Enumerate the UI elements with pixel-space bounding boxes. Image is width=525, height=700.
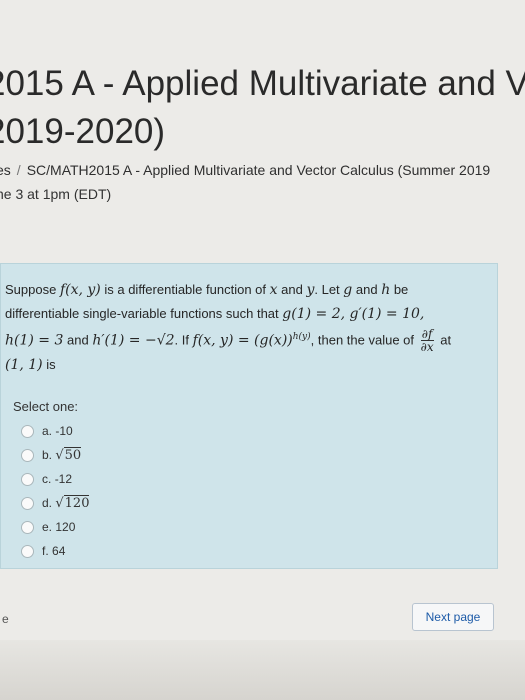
question-math: h [381,282,391,298]
next-page-button[interactable]: Next page [412,603,494,631]
question-math: (1, 1) [5,357,43,374]
option-prefix: f. [42,544,49,558]
page-title-line1: 2015 A - Applied Multivariate and V [0,64,525,103]
radio-button[interactable] [21,424,34,438]
partial-derivative-fraction: ∂f ∂x [420,328,434,355]
question-text-fragment: and [277,282,307,297]
question-math: f(x, y) [59,282,101,298]
question-text-fragment: at [436,332,452,348]
option-value: -10 [55,424,73,438]
question-math: h′(1) = −√2 [92,332,175,349]
question-math-exponent: h(y) [292,332,311,342]
sqrt-expression: √50 [55,446,82,463]
radio-button[interactable] [21,496,34,510]
question-text-fragment: differentiable single-variable functions… [5,306,283,321]
question-text-fragment: Suppose [5,282,60,297]
select-one-label: Select one: [13,399,79,414]
option-c[interactable]: c. -12 [21,467,89,491]
due-date-text: ne 3 at 1pm (EDT) [0,186,112,202]
sqrt-radicand: 120 [63,494,90,511]
option-prefix: e. [42,520,53,534]
page-title-line2: 2019-2020) [0,112,166,151]
radio-button[interactable] [21,472,34,486]
question-text-fragment: . If [174,332,193,348]
breadcrumb: es / SC/MATH2015 A - Applied Multivariate … [0,162,490,178]
question-text-fragment: and [352,282,382,297]
option-e[interactable]: e. 120 [21,515,89,539]
radio-button[interactable] [21,544,34,558]
question-math: g [343,282,353,298]
option-a[interactable]: a. -10 [21,419,89,443]
page-title: 2015 A - Applied Multivariate and V 2019… [0,60,525,156]
breadcrumb-separator: / [16,162,21,178]
option-value: 120 [55,520,76,534]
question-text-fragment: is a differentiable function of [100,282,270,297]
option-f[interactable]: f. 64 [21,539,89,563]
option-prefix: b. [42,448,53,462]
question-math: f(x, y) = (g(x)) [192,332,293,349]
option-prefix: a. [42,424,53,438]
screen-bezel-shadow [0,640,525,700]
radio-button[interactable] [21,448,34,462]
question-math: x [269,282,278,298]
question-math: h(1) = 3 [5,332,64,349]
fraction-denominator: ∂x [420,340,434,355]
sqrt-expression: √120 [55,494,90,511]
question-text-fragment: and [63,332,93,348]
question-text: Suppose f(x, y) is a differentiable func… [5,278,485,377]
question-text-fragment: , then the value of [310,332,418,348]
option-value: 64 [52,544,66,558]
option-value: -12 [54,472,73,486]
option-prefix: c. [42,472,52,486]
sqrt-radicand: 50 [63,446,82,463]
breadcrumb-item-course[interactable]: SC/MATH2015 A - Applied Multivariate and… [27,162,491,178]
option-d[interactable]: d. √120 [21,491,90,515]
option-prefix: d. [42,496,53,510]
breadcrumb-item-courses[interactable]: es [0,162,11,178]
question-text-fragment: . Let [314,282,344,297]
question-math: g(1) = 2, g′(1) = 10, [282,306,425,322]
previous-page-fragment[interactable]: e [2,612,9,626]
option-b[interactable]: b. √50 [21,443,89,467]
question-text-fragment: is [42,357,56,373]
question-box: Suppose f(x, y) is a differentiable func… [0,263,498,569]
question-text-fragment: be [390,282,409,297]
radio-button[interactable] [21,520,34,534]
answer-options: a. -10 b. √50 c. -12 d. √120 e. 120 f. 6… [21,419,90,563]
